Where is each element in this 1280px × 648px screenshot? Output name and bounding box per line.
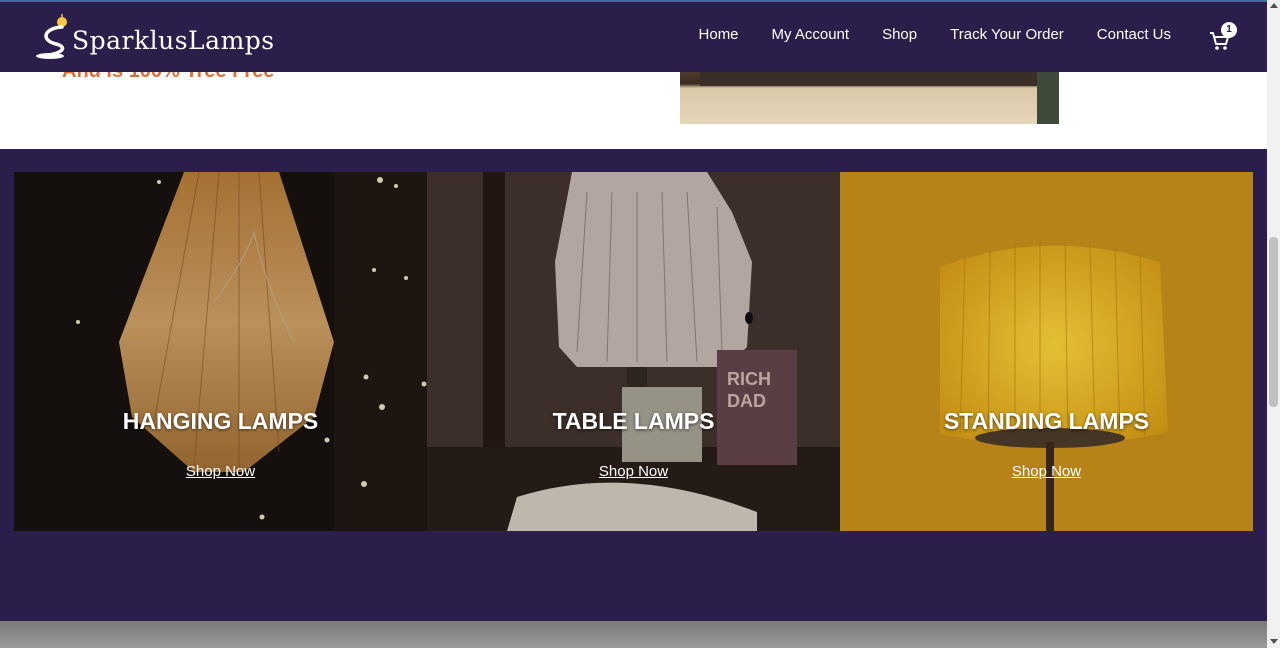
previous-section: And is 100% Tree Free — [0, 72, 1267, 149]
category-card-table[interactable]: RICH DAD TABLE LAMPS Shop Now — [427, 172, 840, 531]
page-scrollbar[interactable] — [1267, 0, 1280, 648]
scroll-thumb[interactable] — [1269, 237, 1278, 407]
brand-name: SparklusLamps — [72, 26, 275, 55]
category-title: HANGING LAMPS — [122, 408, 319, 434]
category-title: TABLE LAMPS — [552, 408, 715, 434]
tree-free-text: And is 100% Tree Free — [62, 72, 274, 83]
brand-logo[interactable]: SparklusLamps — [34, 14, 274, 62]
lamp-categories-section: HANGING LAMPS Shop Now RICH DAD TABLE LA… — [0, 149, 1267, 621]
cart-count-badge: 1 — [1221, 22, 1237, 38]
nav-track-order[interactable]: Track Your Order — [950, 26, 1064, 43]
next-section-image — [0, 621, 1267, 648]
cart-button[interactable]: 1 — [1209, 22, 1239, 52]
nav-shop[interactable]: Shop — [882, 26, 917, 43]
lamp-photo — [680, 72, 1059, 124]
shop-now-link[interactable]: Shop Now — [14, 463, 427, 480]
shop-now-link[interactable]: Shop Now — [427, 463, 840, 480]
site-header: SparklusLamps Home My Account Shop Track… — [0, 0, 1267, 72]
category-card-standing[interactable]: STANDING LAMPS Shop Now — [840, 172, 1253, 531]
main-nav: Home My Account Shop Track Your Order Co… — [666, 26, 1171, 43]
category-title: STANDING LAMPS — [943, 408, 1150, 434]
nav-home[interactable]: Home — [699, 26, 739, 43]
shop-now-link[interactable]: Shop Now — [840, 463, 1253, 480]
category-card-hanging[interactable]: HANGING LAMPS Shop Now — [14, 172, 427, 531]
nav-my-account[interactable]: My Account — [772, 26, 850, 43]
category-cards: HANGING LAMPS Shop Now RICH DAD TABLE LA… — [14, 172, 1253, 531]
scroll-down-icon[interactable] — [1270, 639, 1278, 644]
scroll-up-icon[interactable] — [1270, 3, 1278, 8]
nav-contact-us[interactable]: Contact Us — [1097, 26, 1171, 43]
